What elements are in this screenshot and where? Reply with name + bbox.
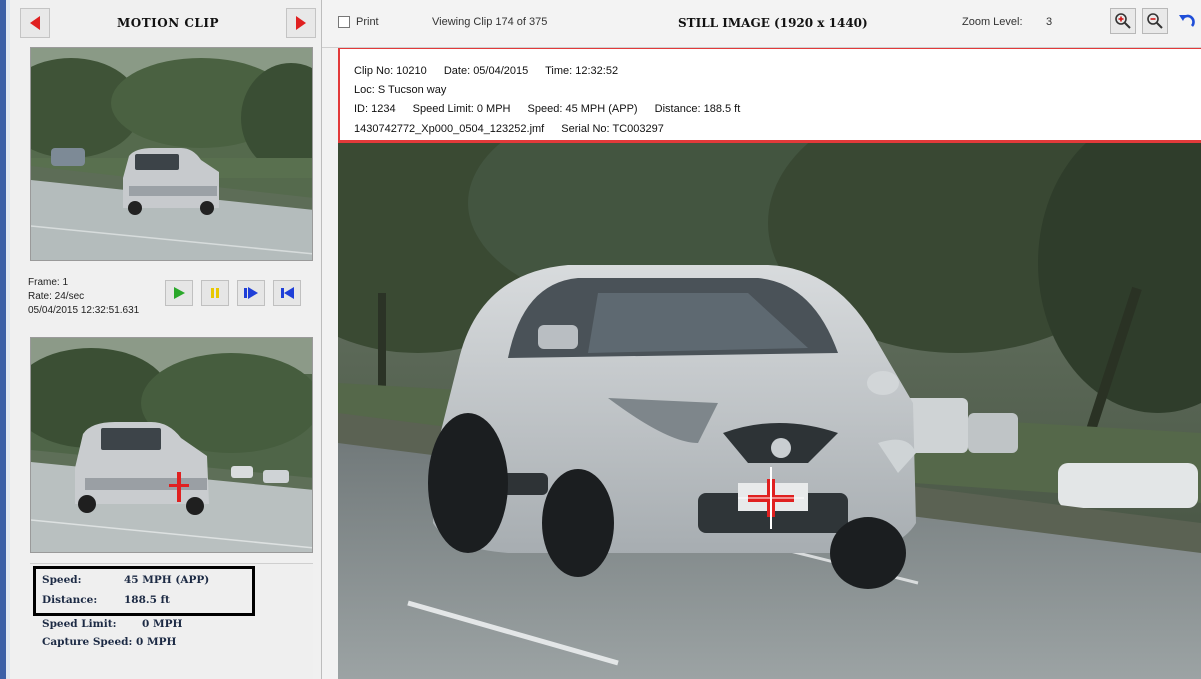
zoom-level-value: 3 — [1046, 16, 1053, 28]
speed-label: Speed: — [42, 574, 82, 586]
step-forward-icon — [244, 287, 258, 299]
speed-limit-value: 0 MPH — [142, 618, 183, 630]
right-arrow-icon — [295, 16, 306, 30]
still-image-view[interactable] — [338, 143, 1201, 679]
clip-line-1: Clip No: 10210 Date: 05/04/2015 Time: 12… — [354, 65, 632, 77]
frame-number: Frame: 1 — [28, 277, 69, 288]
step-forward-button[interactable] — [237, 280, 265, 306]
clip-date: Date: 05/04/2015 — [443, 65, 529, 77]
print-checkbox[interactable] — [338, 16, 350, 28]
motion-clip-title: MOTION CLIP — [116, 16, 219, 30]
still-image-title: STILL IMAGE (1920 x 1440) — [678, 16, 868, 30]
clip-time: Time: 12:32:52 — [545, 65, 619, 77]
vehicle — [428, 265, 916, 589]
clip-distance: Distance: 188.5 ft — [654, 103, 741, 115]
motion-clip-header: MOTION CLIP — [20, 6, 316, 40]
pause-button[interactable] — [201, 280, 229, 306]
speed-stat: Speed: 45 MPH (APP) — [42, 574, 209, 586]
zoom-in-button[interactable] — [1110, 8, 1136, 34]
clip-serial: Serial No: TC003297 — [561, 123, 664, 135]
skip-to-start-icon — [281, 287, 294, 299]
zoom-level-label: Zoom Level: — [962, 16, 1023, 28]
speed-limit-label: Speed Limit: — [42, 618, 117, 630]
clip-line-2: Loc: S Tucson way — [354, 84, 460, 96]
undo-button[interactable] — [1174, 8, 1200, 34]
clip-speed-limit: Speed Limit: 0 MPH — [412, 103, 511, 115]
frame-info: Frame: 1 Rate: 24/sec 05/04/2015 12:32:5… — [28, 276, 139, 318]
speed-value: 45 MPH (APP) — [124, 574, 210, 586]
motion-thumbnail-bottom[interactable] — [30, 337, 313, 553]
frame-rate: Rate: 24/sec — [28, 291, 85, 302]
print-label: Print — [356, 16, 379, 28]
clip-info-banner: Clip No: 10210 Date: 05/04/2015 Time: 12… — [338, 48, 1201, 143]
speed-limit-stat: Speed Limit: 0 MPH — [42, 618, 182, 630]
clip-speed: Speed: 45 MPH (APP) — [527, 103, 638, 115]
clip-line-4: 1430742772_Xp000_0504_123252.jmf Serial … — [354, 123, 678, 135]
distance-label: Distance: — [42, 594, 98, 606]
next-clip-button[interactable] — [285, 8, 316, 38]
clip-id: ID: 1234 — [354, 103, 396, 115]
skip-to-start-button[interactable] — [273, 280, 301, 306]
playback-controls — [165, 280, 301, 306]
prev-clip-button[interactable] — [20, 8, 50, 38]
capture-speed-stat: Capture Speed: 0 MPH — [42, 636, 176, 648]
capture-speed-value: 0 MPH — [136, 636, 177, 648]
play-button[interactable] — [165, 280, 193, 306]
zoom-in-icon — [1115, 13, 1131, 29]
distance-value: 188.5 ft — [124, 594, 170, 606]
zoom-out-button[interactable] — [1142, 8, 1168, 34]
viewing-clip-text: Viewing Clip 174 of 375 — [432, 16, 548, 28]
frame-timestamp: 05/04/2015 12:32:51.631 — [28, 305, 140, 316]
clip-number: Clip No: 10210 — [354, 65, 427, 77]
clip-location: Loc: S Tucson way — [354, 84, 447, 96]
still-image-toolbar: Print Viewing Clip 174 of 375 STILL IMAG… — [322, 0, 1201, 48]
capture-speed-label: Capture Speed: — [42, 636, 133, 648]
pause-icon — [211, 288, 219, 298]
clip-file-name: 1430742772_Xp000_0504_123252.jmf — [354, 123, 545, 135]
left-arrow-icon — [30, 16, 40, 30]
zoom-out-icon — [1147, 13, 1163, 29]
play-icon — [174, 287, 185, 299]
distance-stat: Distance: 188.5 ft — [42, 594, 170, 606]
clip-line-3: ID: 1234 Speed Limit: 0 MPH Speed: 45 MP… — [354, 103, 754, 115]
motion-thumbnail-top[interactable] — [30, 47, 313, 261]
undo-icon — [1179, 14, 1195, 27]
